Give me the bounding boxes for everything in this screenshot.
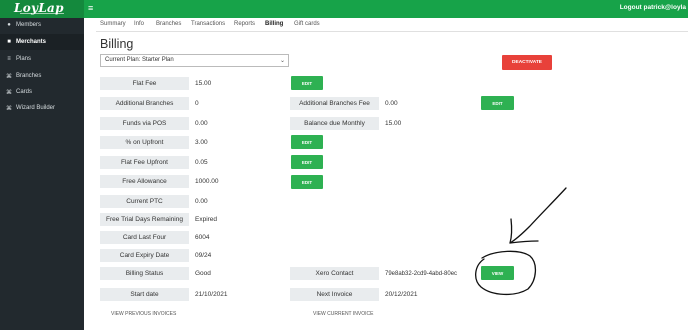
annotation-overlay	[475, 187, 567, 296]
annotation-circle	[475, 250, 537, 296]
annotation-arrow-shaft	[509, 187, 567, 244]
